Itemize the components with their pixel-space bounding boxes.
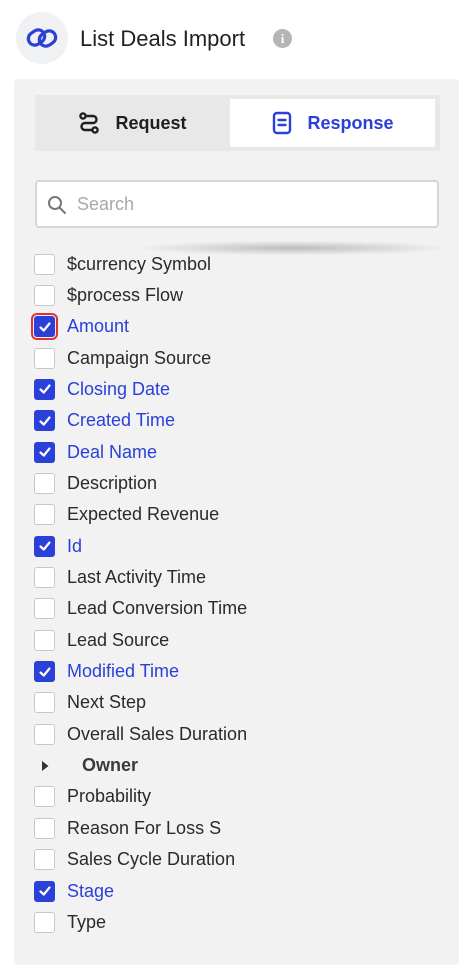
- field-label: $currency Symbol: [67, 253, 212, 274]
- field-row[interactable]: Modified Time: [34, 658, 434, 686]
- field-row[interactable]: Id: [34, 532, 434, 560]
- search-input[interactable]: [77, 182, 427, 226]
- field-label: Sales Cycle Duration: [67, 849, 236, 870]
- field-row[interactable]: Sales Cycle Duration: [34, 846, 434, 874]
- checkbox-unchecked[interactable]: [34, 598, 55, 620]
- field-label: Amount: [67, 316, 130, 337]
- checkbox-unchecked[interactable]: [34, 347, 55, 369]
- field-row[interactable]: Last Activity Time: [34, 564, 434, 592]
- field-row[interactable]: Closing Date: [34, 375, 434, 403]
- checkbox-unchecked[interactable]: [34, 692, 55, 714]
- checkbox-unchecked[interactable]: [34, 567, 55, 588]
- field-label: Type: [67, 911, 107, 932]
- field-label: Created Time: [67, 410, 176, 431]
- field-label: Lead Source: [67, 629, 170, 650]
- field-row[interactable]: Lead Source: [34, 626, 434, 654]
- caret-right-icon[interactable]: [34, 755, 55, 776]
- search-box: [35, 180, 439, 228]
- checkbox-checked[interactable]: [34, 880, 55, 902]
- field-label: Expected Revenue: [67, 504, 220, 525]
- header: List Deals Import i: [0, 0, 474, 78]
- field-row[interactable]: Amount: [31, 313, 434, 341]
- checkbox-unchecked[interactable]: [34, 723, 55, 745]
- app-logo: [16, 12, 68, 64]
- field-label: Closing Date: [67, 378, 171, 399]
- field-row[interactable]: Overall Sales Duration: [34, 720, 434, 748]
- field-label: Overall Sales Duration: [67, 723, 248, 744]
- field-label: Owner: [82, 755, 139, 776]
- search-icon: [48, 196, 66, 214]
- checkbox-unchecked[interactable]: [34, 786, 55, 808]
- output-fields-panel: Request Response $currency Symbol $proces…: [14, 79, 459, 965]
- field-label: Stage: [67, 880, 115, 901]
- field-row[interactable]: Type: [34, 908, 434, 936]
- field-row[interactable]: Expected Revenue: [34, 501, 434, 529]
- checkbox-checked[interactable]: [34, 410, 55, 432]
- document-icon: [273, 111, 292, 135]
- field-row[interactable]: $process Flow: [34, 281, 434, 309]
- link-icon: [26, 28, 58, 48]
- field-label: Description: [67, 472, 158, 493]
- tab-request[interactable]: Request: [35, 99, 229, 147]
- field-row[interactable]: Created Time: [34, 407, 434, 435]
- field-label: Lead Conversion Time: [67, 598, 248, 619]
- field-group-row[interactable]: Owner: [34, 752, 434, 780]
- info-icon[interactable]: i: [273, 29, 292, 48]
- field-row[interactable]: Probability: [34, 783, 434, 811]
- field-row[interactable]: Next Step: [34, 689, 434, 717]
- field-row[interactable]: Description: [34, 469, 434, 497]
- field-label: $process Flow: [67, 284, 184, 305]
- field-label: Reason For Loss S: [67, 817, 222, 838]
- checkbox-checked[interactable]: [34, 661, 55, 683]
- field-label: Modified Time: [67, 661, 180, 682]
- field-row[interactable]: Campaign Source: [34, 344, 434, 372]
- field-label: Id: [67, 535, 83, 556]
- route-icon: [79, 112, 100, 134]
- checkbox-checked[interactable]: [34, 535, 55, 557]
- field-label: Deal Name: [67, 441, 158, 462]
- tab-response[interactable]: Response: [230, 99, 435, 147]
- checkbox-unchecked[interactable]: [34, 253, 55, 275]
- tab-bar: Request Response: [35, 95, 440, 151]
- checkbox-unchecked[interactable]: [34, 504, 55, 526]
- field-row[interactable]: Deal Name: [34, 438, 434, 466]
- page-title: List Deals Import: [80, 26, 246, 51]
- field-row[interactable]: Lead Conversion Time: [34, 595, 434, 623]
- checkbox-unchecked[interactable]: [34, 911, 55, 933]
- checkbox-checked[interactable]: [34, 378, 55, 400]
- field-row[interactable]: Reason For Loss S: [34, 814, 434, 842]
- tab-response-label: Response: [307, 112, 394, 133]
- checkbox-unchecked[interactable]: [34, 849, 55, 871]
- field-row[interactable]: Stage: [34, 877, 434, 905]
- field-row[interactable]: $currency Symbol: [34, 250, 434, 278]
- checkbox-unchecked[interactable]: [34, 472, 55, 494]
- field-label: Probability: [67, 786, 152, 807]
- checkbox-checked[interactable]: [34, 441, 55, 463]
- checkbox-unchecked[interactable]: [34, 817, 55, 839]
- checkbox-unchecked[interactable]: [34, 629, 55, 651]
- field-label: Last Activity Time: [67, 567, 207, 587]
- checkbox-unchecked[interactable]: [34, 284, 55, 306]
- checkbox-checked[interactable]: [31, 313, 58, 341]
- field-label: Campaign Source: [67, 347, 212, 368]
- field-label: Next Step: [67, 692, 147, 713]
- tab-request-label: Request: [115, 112, 187, 133]
